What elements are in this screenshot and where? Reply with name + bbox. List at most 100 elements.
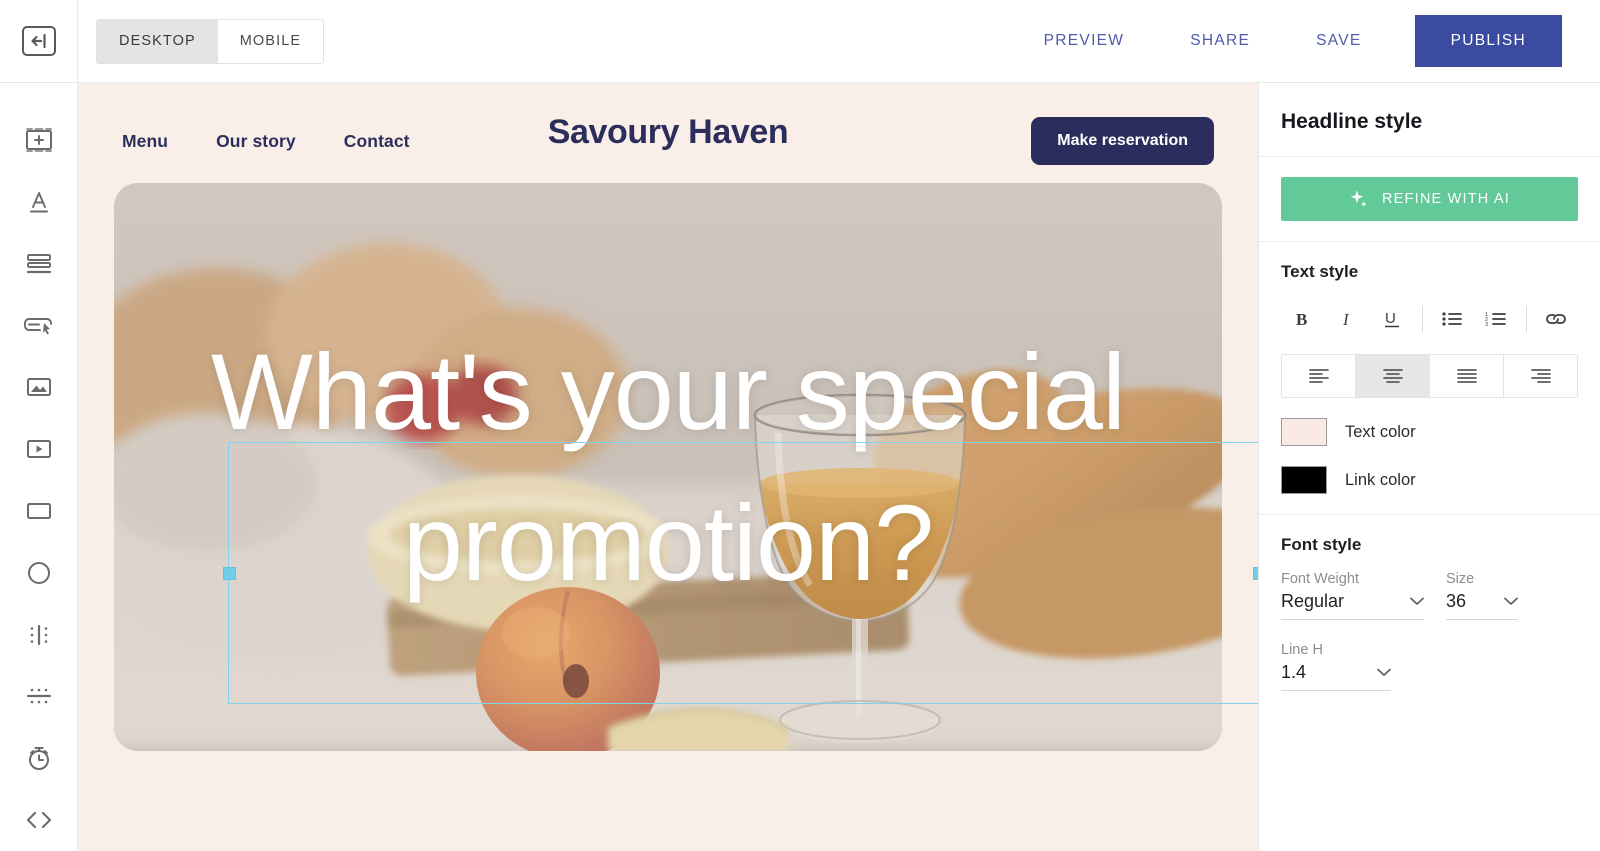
hero-text-overlay: What's your special promotion? bbox=[114, 183, 1222, 751]
nav-link-menu[interactable]: Menu bbox=[122, 131, 168, 152]
tab-desktop[interactable]: DESKTOP bbox=[97, 19, 218, 63]
bold-button[interactable]: B bbox=[1281, 298, 1326, 340]
horizontal-divider-icon bbox=[24, 684, 54, 708]
hero-section[interactable]: What's your special promotion? bbox=[114, 183, 1222, 751]
font-size-label: Size bbox=[1446, 571, 1475, 587]
collapse-cell bbox=[0, 0, 78, 83]
link-color-label: Link color bbox=[1345, 470, 1416, 489]
site-brand-logo[interactable]: Savoury Haven bbox=[548, 113, 789, 152]
font-size-value: 36 bbox=[1446, 591, 1467, 611]
rail-item-timer[interactable] bbox=[0, 727, 78, 789]
chevron-down-icon bbox=[1410, 597, 1424, 606]
rail-item-circle[interactable] bbox=[0, 542, 78, 604]
align-left-icon bbox=[1308, 368, 1330, 384]
alignment-group bbox=[1281, 354, 1578, 398]
rail-item-image[interactable] bbox=[0, 356, 78, 418]
align-right-icon bbox=[1530, 368, 1552, 384]
list-rows-icon bbox=[24, 252, 54, 276]
italic-icon: I bbox=[1339, 309, 1357, 329]
font-size-select[interactable]: 36 bbox=[1446, 591, 1518, 620]
video-icon bbox=[24, 437, 54, 461]
add-section-icon bbox=[24, 127, 54, 153]
text-style-label: Text style bbox=[1281, 262, 1359, 281]
rail-item-add-section[interactable] bbox=[0, 109, 78, 171]
refine-with-ai-button[interactable]: REFINE WITH AI bbox=[1281, 177, 1578, 221]
align-center-button[interactable] bbox=[1356, 355, 1430, 397]
svg-text:U: U bbox=[1385, 310, 1396, 327]
share-button[interactable]: SHARE bbox=[1157, 32, 1283, 50]
embed-code-icon bbox=[24, 809, 54, 831]
svg-text:B: B bbox=[1296, 310, 1307, 329]
line-height-value: 1.4 bbox=[1281, 662, 1307, 682]
bulleted-list-button[interactable] bbox=[1430, 298, 1475, 340]
numbered-list-icon: 123 bbox=[1485, 310, 1507, 328]
rail-item-rectangle[interactable] bbox=[0, 480, 78, 542]
format-divider-1 bbox=[1421, 306, 1423, 332]
text-color-label: Text color bbox=[1345, 422, 1416, 441]
site-header: Menu Our story Contact Savoury Haven Mak… bbox=[78, 83, 1258, 167]
underline-button[interactable]: U bbox=[1370, 298, 1415, 340]
font-weight-field: Font Weight Regular bbox=[1281, 571, 1424, 620]
hero-wrapper: What's your special promotion? bbox=[78, 167, 1258, 751]
align-justify-button[interactable] bbox=[1430, 355, 1504, 397]
italic-button[interactable]: I bbox=[1326, 298, 1371, 340]
workspace: Menu Our story Contact Savoury Haven Mak… bbox=[0, 83, 1600, 851]
text-color-row: Text color bbox=[1281, 418, 1578, 446]
align-center-icon bbox=[1382, 368, 1404, 384]
link-color-swatch[interactable] bbox=[1281, 466, 1327, 494]
chevron-down-icon bbox=[1377, 668, 1391, 677]
line-height-label: Line H bbox=[1281, 642, 1323, 658]
device-toggle: DESKTOP MOBILE bbox=[96, 18, 325, 64]
align-left-button[interactable] bbox=[1282, 355, 1356, 397]
site-canvas[interactable]: Menu Our story Contact Savoury Haven Mak… bbox=[78, 83, 1258, 851]
numbered-list-button[interactable]: 123 bbox=[1474, 298, 1519, 340]
line-height-select[interactable]: 1.4 bbox=[1281, 662, 1391, 691]
format-divider-2 bbox=[1525, 306, 1527, 332]
hero-headline[interactable]: What's your special promotion? bbox=[114, 316, 1222, 618]
publish-button[interactable]: PUBLISH bbox=[1414, 15, 1562, 67]
rail-item-list-rows[interactable] bbox=[0, 233, 78, 295]
preview-button[interactable]: PREVIEW bbox=[1011, 32, 1158, 50]
font-weight-value: Regular bbox=[1281, 591, 1345, 611]
link-color-row: Link color bbox=[1281, 466, 1578, 494]
rail-item-text[interactable] bbox=[0, 171, 78, 233]
line-height-field: Line H 1.4 bbox=[1281, 642, 1391, 691]
text-icon bbox=[25, 189, 53, 215]
font-weight-select[interactable]: Regular bbox=[1281, 591, 1424, 620]
nav-link-contact[interactable]: Contact bbox=[344, 131, 410, 152]
save-button[interactable]: SAVE bbox=[1283, 32, 1394, 50]
collapse-panel-button[interactable] bbox=[21, 26, 56, 56]
font-style-label: Font style bbox=[1281, 535, 1362, 554]
text-color-swatch[interactable] bbox=[1281, 418, 1327, 446]
chevron-down-icon bbox=[1504, 597, 1518, 606]
button-link-icon bbox=[23, 313, 55, 337]
panel-title: Headline style bbox=[1281, 110, 1423, 133]
format-buttons-row: B I U 1 2 3 bbox=[1281, 298, 1578, 340]
sparkle-icon bbox=[1349, 189, 1369, 209]
collapse-panel-icon bbox=[30, 34, 48, 48]
resize-handle-right[interactable] bbox=[1252, 566, 1258, 580]
link-button[interactable] bbox=[1534, 298, 1579, 340]
top-actions: PREVIEW SHARE SAVE PUBLISH bbox=[1011, 0, 1600, 82]
svg-text:3: 3 bbox=[1485, 322, 1488, 328]
site-nav-links: Menu Our story Contact bbox=[122, 131, 410, 152]
rail-item-embed-code[interactable] bbox=[0, 789, 78, 851]
left-tool-rail bbox=[0, 83, 78, 851]
align-justify-icon bbox=[1456, 368, 1478, 384]
rail-item-button-link[interactable] bbox=[0, 294, 78, 356]
tab-mobile[interactable]: MOBILE bbox=[217, 19, 324, 63]
align-right-button[interactable] bbox=[1504, 355, 1577, 397]
font-weight-size-row: Font Weight Regular Size 36 bbox=[1281, 571, 1578, 620]
nav-link-our-story[interactable]: Our story bbox=[216, 131, 296, 152]
rail-item-vertical-divider[interactable] bbox=[0, 604, 78, 666]
panel-header: Headline style bbox=[1259, 83, 1600, 157]
svg-text:I: I bbox=[1342, 310, 1350, 329]
rail-item-horizontal-divider[interactable] bbox=[0, 665, 78, 727]
make-reservation-button[interactable]: Make reservation bbox=[1031, 117, 1214, 165]
font-weight-label: Font Weight bbox=[1281, 571, 1359, 587]
refine-with-ai-label: REFINE WITH AI bbox=[1382, 191, 1510, 207]
top-toolbar: DESKTOP MOBILE PREVIEW SHARE SAVE PUBLIS… bbox=[0, 0, 1600, 83]
rail-item-video[interactable] bbox=[0, 418, 78, 480]
resize-handle-left[interactable] bbox=[222, 566, 236, 580]
text-style-section: Text style B I U 1 2 3 Text color Link c… bbox=[1259, 242, 1600, 515]
